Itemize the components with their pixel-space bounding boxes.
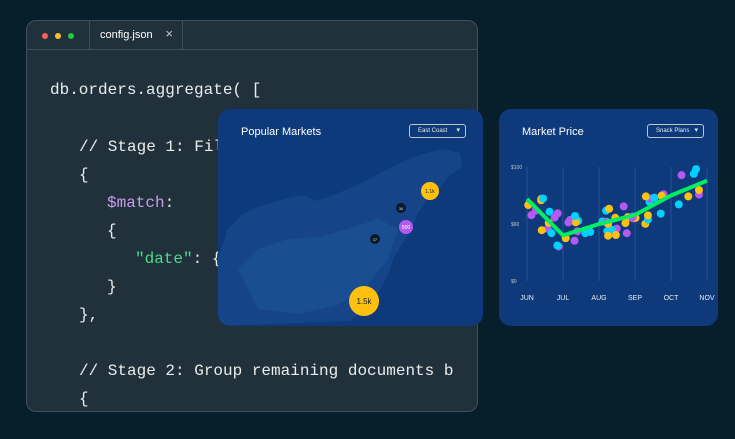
code-line: $match: [107, 193, 174, 213]
code-token: db.orders.aggregate( [ [50, 81, 262, 99]
scatter-point [564, 218, 573, 227]
tab-label: config.json [100, 29, 153, 41]
code-token: $match [107, 194, 165, 212]
marker-label: 34 [399, 207, 403, 211]
code-line: db.orders.aggregate( [ [50, 80, 261, 100]
x-tick-label: AUG [591, 295, 606, 302]
marker-label: 500 [402, 225, 411, 231]
y-tick-label: $0 [511, 279, 517, 285]
x-tick-label: OCT [664, 295, 680, 302]
x-tick-label: SEP [628, 295, 642, 302]
code-line: }, [79, 305, 98, 325]
y-tick-label: $60 [511, 222, 520, 228]
scatter-point [571, 211, 580, 220]
code-line: "date": { [135, 249, 221, 269]
code-line: } [107, 277, 117, 297]
close-icon[interactable]: × [165, 27, 173, 41]
scatter-point [537, 226, 546, 235]
scatter-point [619, 202, 628, 211]
x-tick-label: JUN [520, 295, 534, 302]
market-price-card: Market Price Snack Plans ▾ $100 $60 $0 JUN J… [499, 109, 718, 326]
code-token: "date" [135, 250, 193, 268]
minimize-window-dot[interactable] [55, 33, 61, 39]
x-tick-label: NOV [699, 295, 715, 302]
code-token: } [107, 278, 117, 296]
popular-markets-card: Popular Markets East Coast ▾ 1.1k 34 500 17… [218, 109, 483, 326]
scatter-point [621, 219, 630, 228]
scatter-point [527, 211, 536, 220]
scatter-point [545, 207, 554, 216]
editor-titlebar: config.json × [27, 21, 477, 50]
code-line: { [107, 221, 117, 241]
code-line: { [79, 389, 89, 409]
code-token: { [79, 390, 89, 408]
marker-label: 1.1k [425, 189, 435, 195]
code-line: // Stage 2: Group remaining documents b [79, 361, 453, 381]
scatter-point [684, 192, 693, 201]
code-token: }, [79, 306, 99, 324]
y-tick-label: $100 [511, 165, 522, 171]
scatter-point [604, 231, 613, 240]
scatter-point [622, 229, 631, 238]
x-tick-label: JUL [557, 295, 570, 302]
scatter-point [656, 209, 665, 218]
marker-label: 1.5k [356, 297, 372, 306]
tab-config-json[interactable]: config.json × [89, 21, 183, 50]
scatter-point [689, 169, 698, 178]
scatter-point [539, 194, 548, 203]
scatter-point [643, 211, 652, 220]
close-window-dot[interactable] [42, 33, 48, 39]
scatter-point [570, 236, 579, 245]
scatter-point [605, 204, 614, 213]
market-price-chart: $100 $60 $0 JUN JUL AUG SEP OCT NOV [511, 165, 715, 302]
marker-label: 17 [373, 238, 377, 242]
scatter-point [677, 171, 686, 180]
code-token: { [107, 222, 117, 240]
maximize-window-dot[interactable] [68, 33, 74, 39]
scatter-point [674, 200, 683, 209]
code-token: // Stage 2: Group remaining documents b [79, 362, 454, 380]
code-token: : [164, 194, 175, 212]
code-line: { [79, 165, 89, 185]
scatter-point [547, 229, 556, 238]
scatter-point [611, 231, 620, 240]
scatter-point [641, 192, 650, 201]
scatter-point [553, 241, 562, 250]
code-token: { [79, 166, 89, 184]
east-coast-map: 1.1k 34 500 17 1.5k [218, 149, 462, 326]
scatter-point [650, 193, 659, 202]
